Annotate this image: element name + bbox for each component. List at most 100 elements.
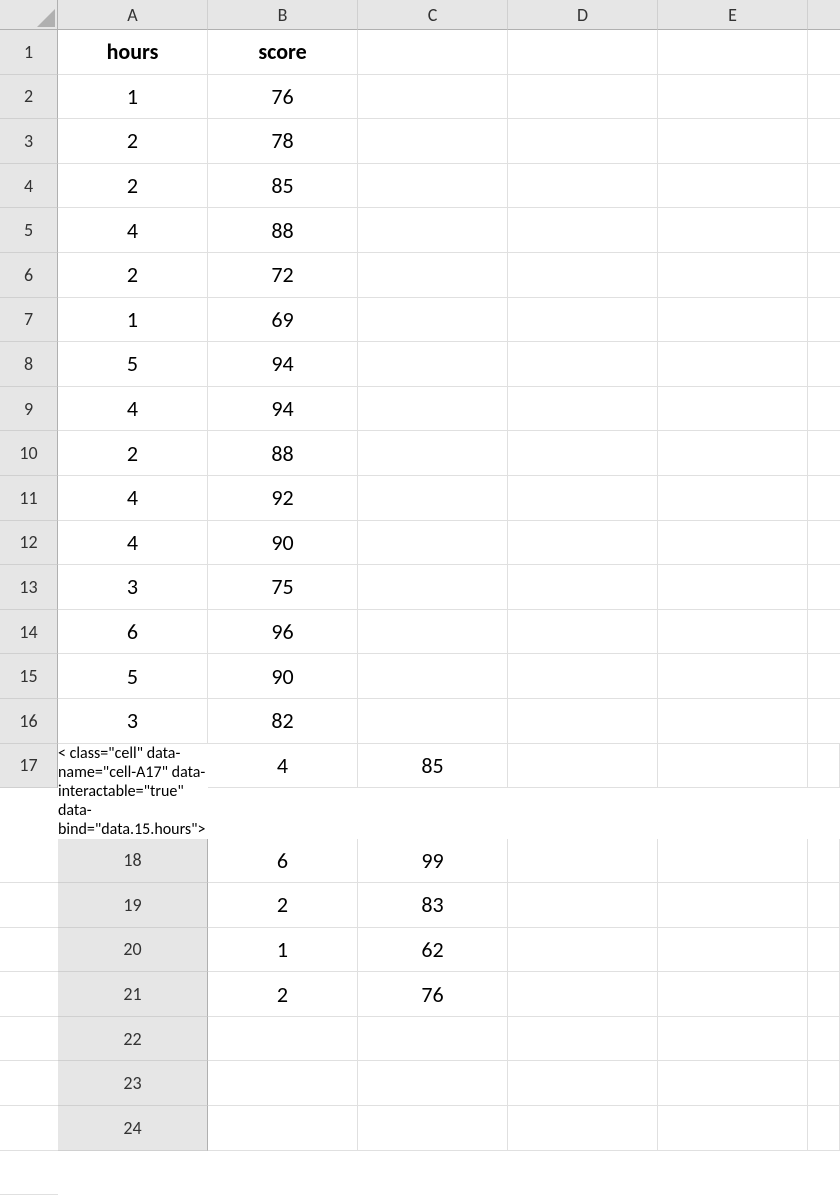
cell-C20[interactable] xyxy=(508,928,658,973)
cell-B21[interactable]: 76 xyxy=(358,972,508,1017)
row-header-2[interactable]: 2 xyxy=(0,75,58,120)
row-header-10[interactable]: 10 xyxy=(0,431,58,476)
cell-D11[interactable] xyxy=(508,476,658,521)
row-header-12[interactable]: 12 xyxy=(0,521,58,566)
cell-A16[interactable]: 3 xyxy=(58,699,208,744)
cell-B20[interactable]: 62 xyxy=(358,928,508,973)
cell-D23[interactable] xyxy=(658,1061,808,1106)
cell-D22[interactable] xyxy=(658,1017,808,1062)
cell-E19[interactable] xyxy=(808,883,840,928)
cell-B15[interactable]: 90 xyxy=(208,654,358,699)
cell-E1[interactable] xyxy=(658,30,808,75)
row-header-22[interactable]: 22 xyxy=(58,1017,208,1062)
cell-E13[interactable] xyxy=(658,565,808,610)
cell-B19[interactable]: 83 xyxy=(358,883,508,928)
cell-A3[interactable]: 2 xyxy=(58,119,208,164)
cell-A5[interactable]: 4 xyxy=(58,208,208,253)
cell-E6[interactable] xyxy=(658,253,808,298)
cell-A14[interactable]: 6 xyxy=(58,610,208,655)
row-header-7[interactable]: 7 xyxy=(0,298,58,343)
column-header-D[interactable]: D xyxy=(508,0,658,30)
row-header-14[interactable]: 14 xyxy=(0,610,58,655)
cell-E24[interactable] xyxy=(808,1106,840,1151)
cell-C22[interactable] xyxy=(508,1017,658,1062)
cell-C3[interactable] xyxy=(358,119,508,164)
cell-B5[interactable]: 88 xyxy=(208,208,358,253)
cell-E15[interactable] xyxy=(658,654,808,699)
cell-A19[interactable]: 2 xyxy=(208,883,358,928)
cell-D4[interactable] xyxy=(508,164,658,209)
cell-E20[interactable] xyxy=(808,928,840,973)
cell-C12[interactable] xyxy=(358,521,508,566)
cell-E4[interactable] xyxy=(658,164,808,209)
cell-B14[interactable]: 96 xyxy=(208,610,358,655)
cell-E3[interactable] xyxy=(658,119,808,164)
cell-A6[interactable]: 2 xyxy=(58,253,208,298)
cell-B7[interactable]: 69 xyxy=(208,298,358,343)
row-header-24[interactable]: 24 xyxy=(58,1106,208,1151)
cell-B16[interactable]: 82 xyxy=(208,699,358,744)
cell-D8[interactable] xyxy=(508,342,658,387)
row-header-11[interactable]: 11 xyxy=(0,476,58,521)
cell-A21[interactable]: 2 xyxy=(208,972,358,1017)
cell-E8[interactable] xyxy=(658,342,808,387)
cell-B17[interactable]: 85 xyxy=(358,744,508,789)
cell-D2[interactable] xyxy=(508,75,658,120)
cell-C17[interactable] xyxy=(508,744,658,789)
cell-C24[interactable] xyxy=(508,1106,658,1151)
row-header-17[interactable]: 17 xyxy=(0,744,58,789)
cell-B8[interactable]: 94 xyxy=(208,342,358,387)
cell-E22[interactable] xyxy=(808,1017,840,1062)
cell-B1[interactable]: score xyxy=(208,30,358,75)
cell-E10[interactable] xyxy=(658,431,808,476)
cell-C14[interactable] xyxy=(358,610,508,655)
cell-A15[interactable]: 5 xyxy=(58,654,208,699)
cell-E18[interactable] xyxy=(808,839,840,884)
cell-E11[interactable] xyxy=(658,476,808,521)
cell-E21[interactable] xyxy=(808,972,840,1017)
select-all-corner[interactable] xyxy=(0,0,58,30)
row-header-21[interactable]: 21 xyxy=(58,972,208,1017)
row-header-19[interactable]: 19 xyxy=(58,883,208,928)
cell-C13[interactable] xyxy=(358,565,508,610)
cell-A24[interactable] xyxy=(208,1106,358,1151)
cell-C15[interactable] xyxy=(358,654,508,699)
cell-D18[interactable] xyxy=(658,839,808,884)
cell-D10[interactable] xyxy=(508,431,658,476)
cell-E7[interactable] xyxy=(658,298,808,343)
cell-C16[interactable] xyxy=(358,699,508,744)
cell-D9[interactable] xyxy=(508,387,658,432)
cell-B6[interactable]: 72 xyxy=(208,253,358,298)
cell-E12[interactable] xyxy=(658,521,808,566)
row-header-16[interactable]: 16 xyxy=(0,699,58,744)
cell-D1[interactable] xyxy=(508,30,658,75)
cell-C11[interactable] xyxy=(358,476,508,521)
row-header-18[interactable]: 18 xyxy=(58,839,208,884)
row-header-4[interactable]: 4 xyxy=(0,164,58,209)
cell-D15[interactable] xyxy=(508,654,658,699)
cell-A13[interactable]: 3 xyxy=(58,565,208,610)
cell-E2[interactable] xyxy=(658,75,808,120)
cell-E17[interactable] xyxy=(808,744,840,789)
column-header-B[interactable]: B xyxy=(208,0,358,30)
cell-E16[interactable] xyxy=(658,699,808,744)
cell-A23[interactable] xyxy=(208,1061,358,1106)
cell-D20[interactable] xyxy=(658,928,808,973)
cell-A22[interactable] xyxy=(208,1017,358,1062)
cell-D3[interactable] xyxy=(508,119,658,164)
cell-B23[interactable] xyxy=(358,1061,508,1106)
cell-C9[interactable] xyxy=(358,387,508,432)
cell-D6[interactable] xyxy=(508,253,658,298)
cell-B18[interactable]: 99 xyxy=(358,839,508,884)
cell-A20[interactable]: 1 xyxy=(208,928,358,973)
cell-C8[interactable] xyxy=(358,342,508,387)
cell-A9[interactable]: 4 xyxy=(58,387,208,432)
cell-A11[interactable]: 4 xyxy=(58,476,208,521)
cell-C5[interactable] xyxy=(358,208,508,253)
cell-A2[interactable]: 1 xyxy=(58,75,208,120)
cell-E14[interactable] xyxy=(658,610,808,655)
cell-B3[interactable]: 78 xyxy=(208,119,358,164)
cell-D16[interactable] xyxy=(508,699,658,744)
cell-D7[interactable] xyxy=(508,298,658,343)
cell-B2[interactable]: 76 xyxy=(208,75,358,120)
